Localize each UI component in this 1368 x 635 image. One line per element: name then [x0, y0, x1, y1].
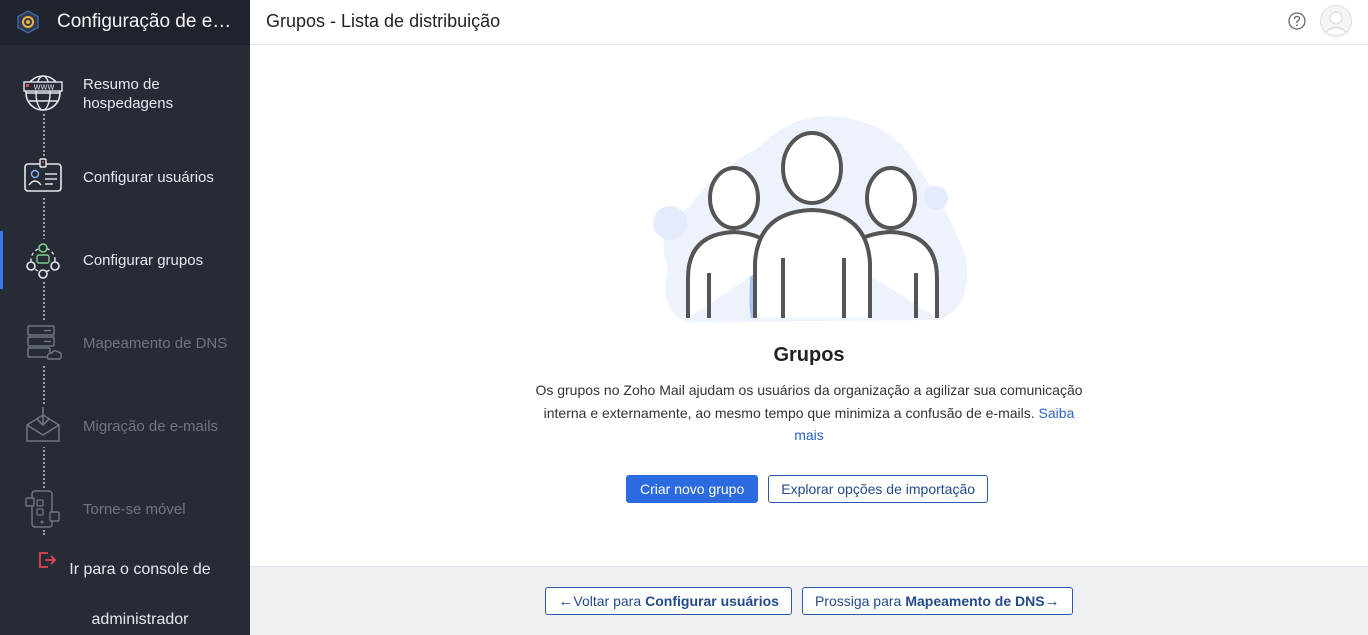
step-label: Migração de e-mails [83, 418, 219, 435]
step-resumo-hospedagens[interactable]: WWW Resumo de hospedagens [0, 64, 250, 122]
step-label: Torne-se móvel [83, 501, 186, 518]
admin-console-label: Ir para o console de administrador [69, 561, 211, 628]
server-cloud-icon [22, 322, 64, 364]
step-label: Resumo de hospedagens [83, 76, 174, 112]
next-button[interactable]: Prossiga para Mapeamento de DNS → [801, 587, 1073, 615]
back-button[interactable]: ← Voltar para Configurar usuários [545, 587, 792, 615]
svg-text:WWW: WWW [34, 84, 55, 92]
back-target: Configurar usuários [645, 593, 779, 609]
explore-import-button[interactable]: Explorar opções de importação [768, 475, 989, 503]
sidebar-title: Configuração de e-mail [57, 11, 237, 32]
avatar[interactable] [1320, 5, 1352, 37]
empty-state-title: Grupos [773, 344, 845, 366]
arrow-left-icon: ← [558, 592, 574, 610]
step-label: Mapeamento de DNS [83, 335, 228, 352]
help-icon[interactable] [1288, 12, 1306, 30]
user-avatar-icon [1320, 5, 1352, 37]
step-migracao-emails[interactable]: Migração de e-mails [0, 397, 250, 455]
main-content: Grupos Os grupos no Zoho Mail ajudam os … [250, 46, 1368, 566]
top-header: Grupos - Lista de distribuição [250, 0, 1368, 45]
action-buttons: Criar novo grupo Explorar opções de impo… [250, 475, 1368, 503]
next-target: Mapeamento de DNS [905, 593, 1045, 609]
back-prefix: Voltar para [573, 593, 642, 609]
groups-illustration-icon [653, 116, 968, 322]
footer-navigation: ← Voltar para Configurar usuários Prossi… [250, 566, 1368, 635]
step-mapeamento-dns[interactable]: Mapeamento de DNS [0, 314, 250, 372]
create-group-button[interactable]: Criar novo grupo [625, 475, 759, 503]
mail-setup-gear-icon [17, 10, 39, 34]
step-configurar-grupos[interactable]: Configurar grupos [0, 231, 250, 289]
group-network-icon [22, 239, 64, 281]
next-prefix: Prossiga para [814, 593, 902, 609]
admin-console-link[interactable]: Ir para o console de administrador [0, 535, 250, 635]
sidebar-header: Configuração de e-mail [0, 0, 250, 45]
step-label: Configurar grupos [83, 252, 204, 269]
globe-www-icon: WWW [22, 72, 64, 114]
page-title: Grupos - Lista de distribuição [266, 11, 501, 31]
id-card-icon [22, 156, 64, 198]
sidebar: Configuração de e-mail WWW Resumo de hos… [0, 0, 250, 635]
step-torne-se-movel[interactable]: Torne-se móvel [0, 480, 250, 538]
mobile-apps-icon [22, 488, 64, 530]
step-configurar-usuarios[interactable]: Configurar usuários [0, 148, 250, 206]
inbox-download-icon [22, 405, 64, 447]
nav-row: ← Voltar para Configurar usuários Prossi… [250, 587, 1368, 615]
setup-steps: WWW Resumo de hospedagens Configurar usu… [0, 45, 250, 535]
step-label: Configurar usuários [83, 169, 214, 186]
description-text: Os grupos no Zoho Mail ajudam os usuário… [535, 382, 1083, 421]
arrow-right-icon: → [1044, 592, 1060, 610]
empty-state-description: Os grupos no Zoho Mail ajudam os usuário… [533, 379, 1085, 447]
